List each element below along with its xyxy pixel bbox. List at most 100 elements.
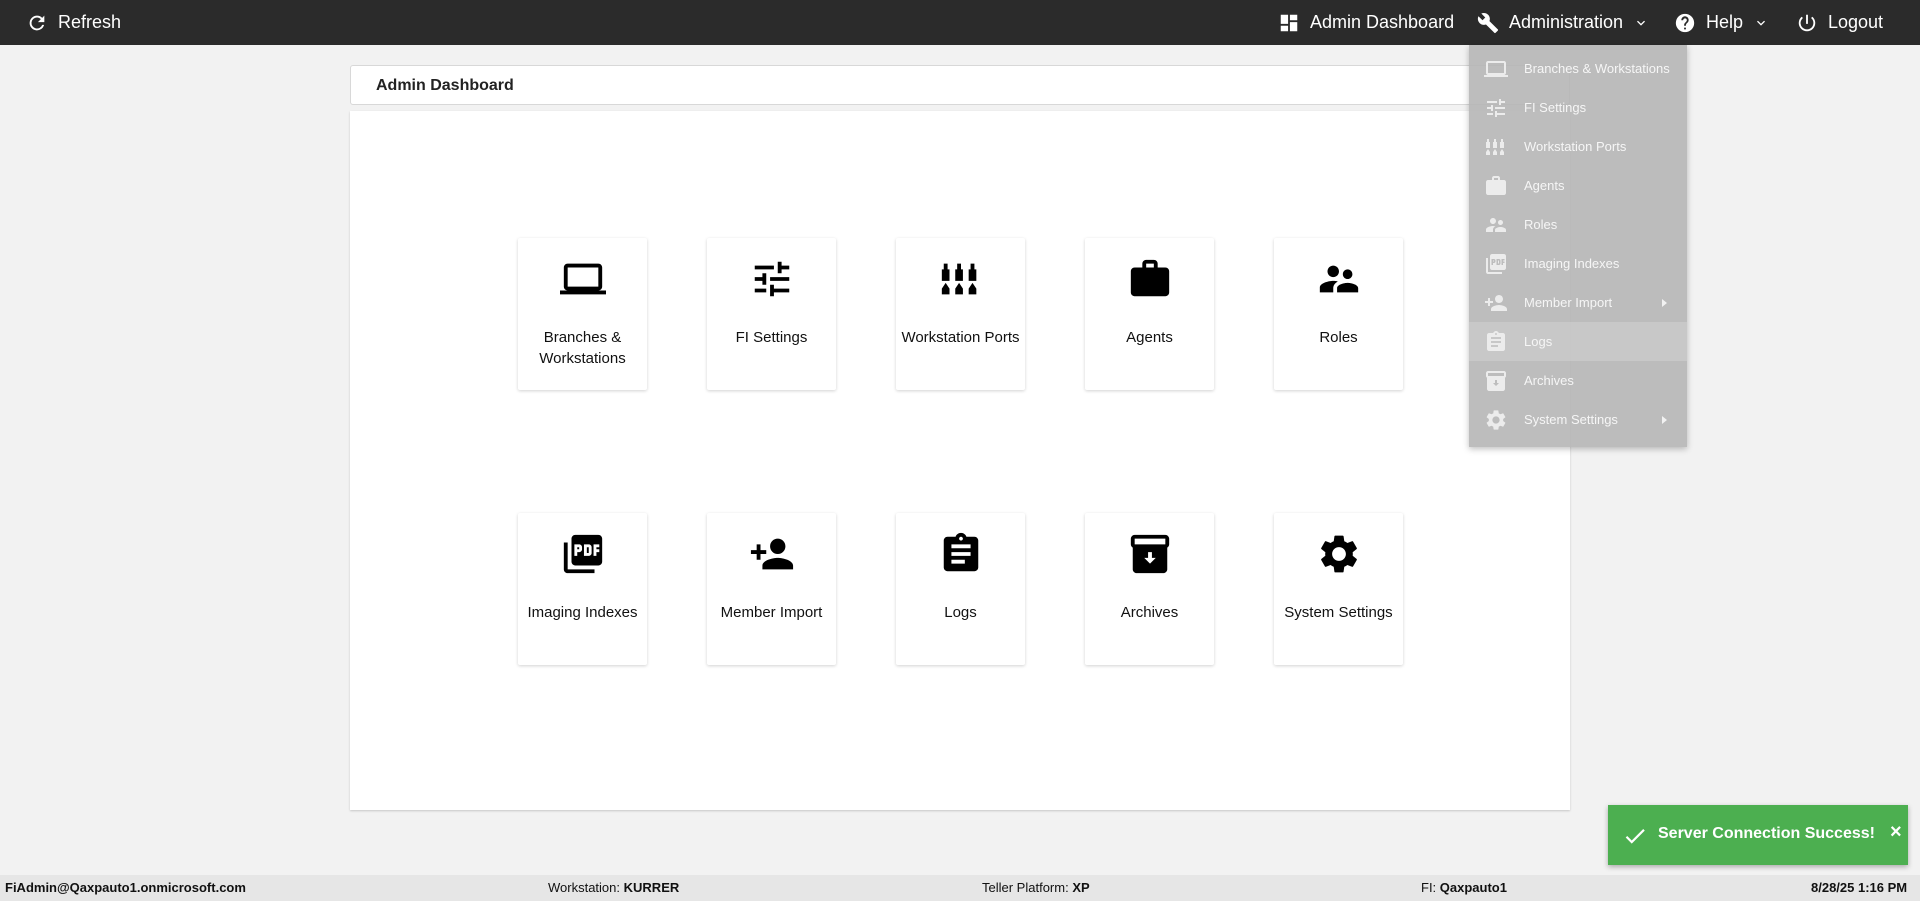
tile-label: Roles — [1319, 329, 1358, 346]
tile-label: System Settings — [1284, 604, 1393, 621]
laptop-icon — [560, 263, 606, 295]
status-bar: FiAdmin@Qaxpauto1.onmicrosoft.com Workst… — [0, 875, 1920, 901]
help-menu-button[interactable]: Help — [1674, 0, 1769, 45]
tile-label: Logs — [944, 604, 977, 621]
toast-message: Server Connection Success! — [1658, 825, 1875, 842]
administration-label: Administration — [1509, 12, 1624, 32]
page-title: Admin Dashboard — [376, 77, 514, 94]
status-fi-value: Qaxpauto1 — [1439, 880, 1507, 895]
tile-label: FI Settings — [735, 329, 808, 346]
status-teller-platform-value: XP — [1072, 880, 1090, 895]
logout-label: Logout — [1828, 12, 1884, 32]
tile-workstation-ports[interactable]: Workstation Ports — [896, 238, 1025, 390]
briefcase-icon — [1486, 175, 1506, 195]
people-icon — [1486, 217, 1506, 232]
checkmark-icon — [1625, 829, 1645, 844]
dashboard-tiles-panel: Branches & Workstations FI Settings Work… — [350, 111, 1570, 810]
archive-icon — [1486, 370, 1506, 391]
pdf-icon — [563, 534, 603, 574]
menu-item-fi-settings[interactable]: FI Settings — [1469, 88, 1687, 127]
menu-item-label: Branches & Workstations — [1524, 61, 1670, 76]
power-icon — [1798, 14, 1816, 31]
refresh-button[interactable]: Refresh — [26, 0, 121, 45]
people-icon — [1319, 265, 1359, 293]
top-navigation-bar: Refresh Admin Dashboard Administration H… — [0, 0, 1920, 45]
tile-label: Agents — [1126, 329, 1173, 346]
administration-menu-button[interactable]: Administration — [1477, 0, 1649, 45]
menu-item-label: Workstation Ports — [1524, 139, 1627, 154]
toast-close-button[interactable]: × — [1890, 822, 1902, 842]
status-workstation: Workstation: KURRER — [548, 880, 679, 895]
admin-dashboard-label: Admin Dashboard — [1310, 12, 1455, 32]
laptop-icon — [1484, 60, 1508, 77]
gear-icon — [1486, 409, 1506, 430]
ports-icon — [1486, 138, 1504, 155]
status-teller-platform: Teller Platform: XP — [982, 880, 1090, 895]
status-user: FiAdmin@Qaxpauto1.onmicrosoft.com — [5, 880, 246, 895]
menu-item-label: FI Settings — [1524, 100, 1587, 115]
help-icon — [1675, 13, 1695, 32]
pdf-icon — [1486, 253, 1506, 274]
tile-label: Archives — [1120, 604, 1179, 621]
menu-item-label: Agents — [1524, 178, 1565, 193]
chevron-down-icon — [1757, 20, 1766, 26]
tile-fi-settings[interactable]: FI Settings — [707, 238, 836, 390]
menu-item-label: Imaging Indexes — [1524, 256, 1620, 271]
briefcase-icon — [1130, 259, 1170, 297]
tile-archives[interactable]: Archives — [1085, 513, 1214, 665]
tune-icon — [1487, 98, 1505, 117]
archive-icon — [1130, 534, 1170, 574]
menu-item-label: Member Import — [1524, 295, 1613, 310]
gear-icon — [1321, 535, 1357, 573]
menu-item-label: System Settings — [1524, 412, 1618, 427]
status-workstation-label: Workstation: — [548, 880, 621, 895]
tile-system-settings[interactable]: System Settings — [1274, 513, 1403, 665]
dashboard-icon — [1280, 14, 1298, 31]
tile-branches-workstations[interactable]: Branches & Workstations — [518, 238, 647, 390]
status-datetime: 8/28/25 1:16 PM — [1811, 880, 1908, 895]
submenu-arrow-icon — [1662, 298, 1667, 307]
menu-item-workstation-ports[interactable]: Workstation Ports — [1469, 127, 1687, 166]
person-add-icon — [1485, 294, 1507, 311]
tile-label: Imaging Indexes — [527, 604, 638, 621]
tile-logs[interactable]: Logs — [896, 513, 1025, 665]
menu-item-system-settings[interactable]: System Settings — [1469, 400, 1687, 439]
tile-label: Member Import — [720, 604, 823, 621]
refresh-icon — [29, 15, 45, 30]
success-toast: Server Connection Success! × — [1608, 805, 1908, 865]
menu-item-roles[interactable]: Roles — [1469, 205, 1687, 244]
status-workstation-value: KURRER — [623, 880, 680, 895]
page-title-panel: Admin Dashboard — [350, 65, 1570, 105]
menu-item-archives[interactable]: Archives — [1469, 361, 1687, 400]
tile-roles[interactable]: Roles — [1274, 238, 1403, 390]
tile-agents[interactable]: Agents — [1085, 238, 1214, 390]
logout-button[interactable]: Logout — [1796, 0, 1883, 45]
tile-member-import[interactable]: Member Import — [707, 513, 836, 665]
menu-item-label: Logs — [1524, 334, 1553, 349]
clipboard-icon — [1487, 330, 1505, 351]
administration-dropdown-menu: Branches & Workstations FI Settings Work… — [1469, 45, 1687, 447]
menu-item-imaging-indexes[interactable]: Imaging Indexes — [1469, 244, 1687, 283]
menu-item-label: Archives — [1524, 373, 1574, 388]
clipboard-icon — [943, 532, 979, 572]
ports-icon — [941, 263, 977, 295]
tile-label: Branches & Workstations — [539, 329, 626, 367]
status-fi: FI: Qaxpauto1 — [1421, 880, 1507, 895]
menu-item-label: Roles — [1524, 217, 1558, 232]
chevron-down-icon — [1637, 20, 1646, 26]
refresh-label: Refresh — [58, 12, 122, 32]
menu-item-logs[interactable]: Logs — [1469, 322, 1687, 361]
tile-label: Workstation Ports — [901, 329, 1020, 346]
tile-imaging-indexes[interactable]: Imaging Indexes — [518, 513, 647, 665]
status-fi-label: FI: — [1421, 880, 1437, 895]
menu-item-agents[interactable]: Agents — [1469, 166, 1687, 205]
status-teller-platform-label: Teller Platform: — [982, 880, 1069, 895]
person-add-icon — [750, 538, 794, 570]
submenu-arrow-icon — [1662, 415, 1667, 424]
wrench-icon — [1477, 12, 1499, 33]
tune-icon — [754, 261, 790, 297]
help-label: Help — [1706, 12, 1744, 32]
menu-item-member-import[interactable]: Member Import — [1469, 283, 1687, 322]
menu-item-branches-workstations[interactable]: Branches & Workstations — [1469, 49, 1687, 88]
admin-dashboard-link[interactable]: Admin Dashboard — [1278, 0, 1454, 45]
